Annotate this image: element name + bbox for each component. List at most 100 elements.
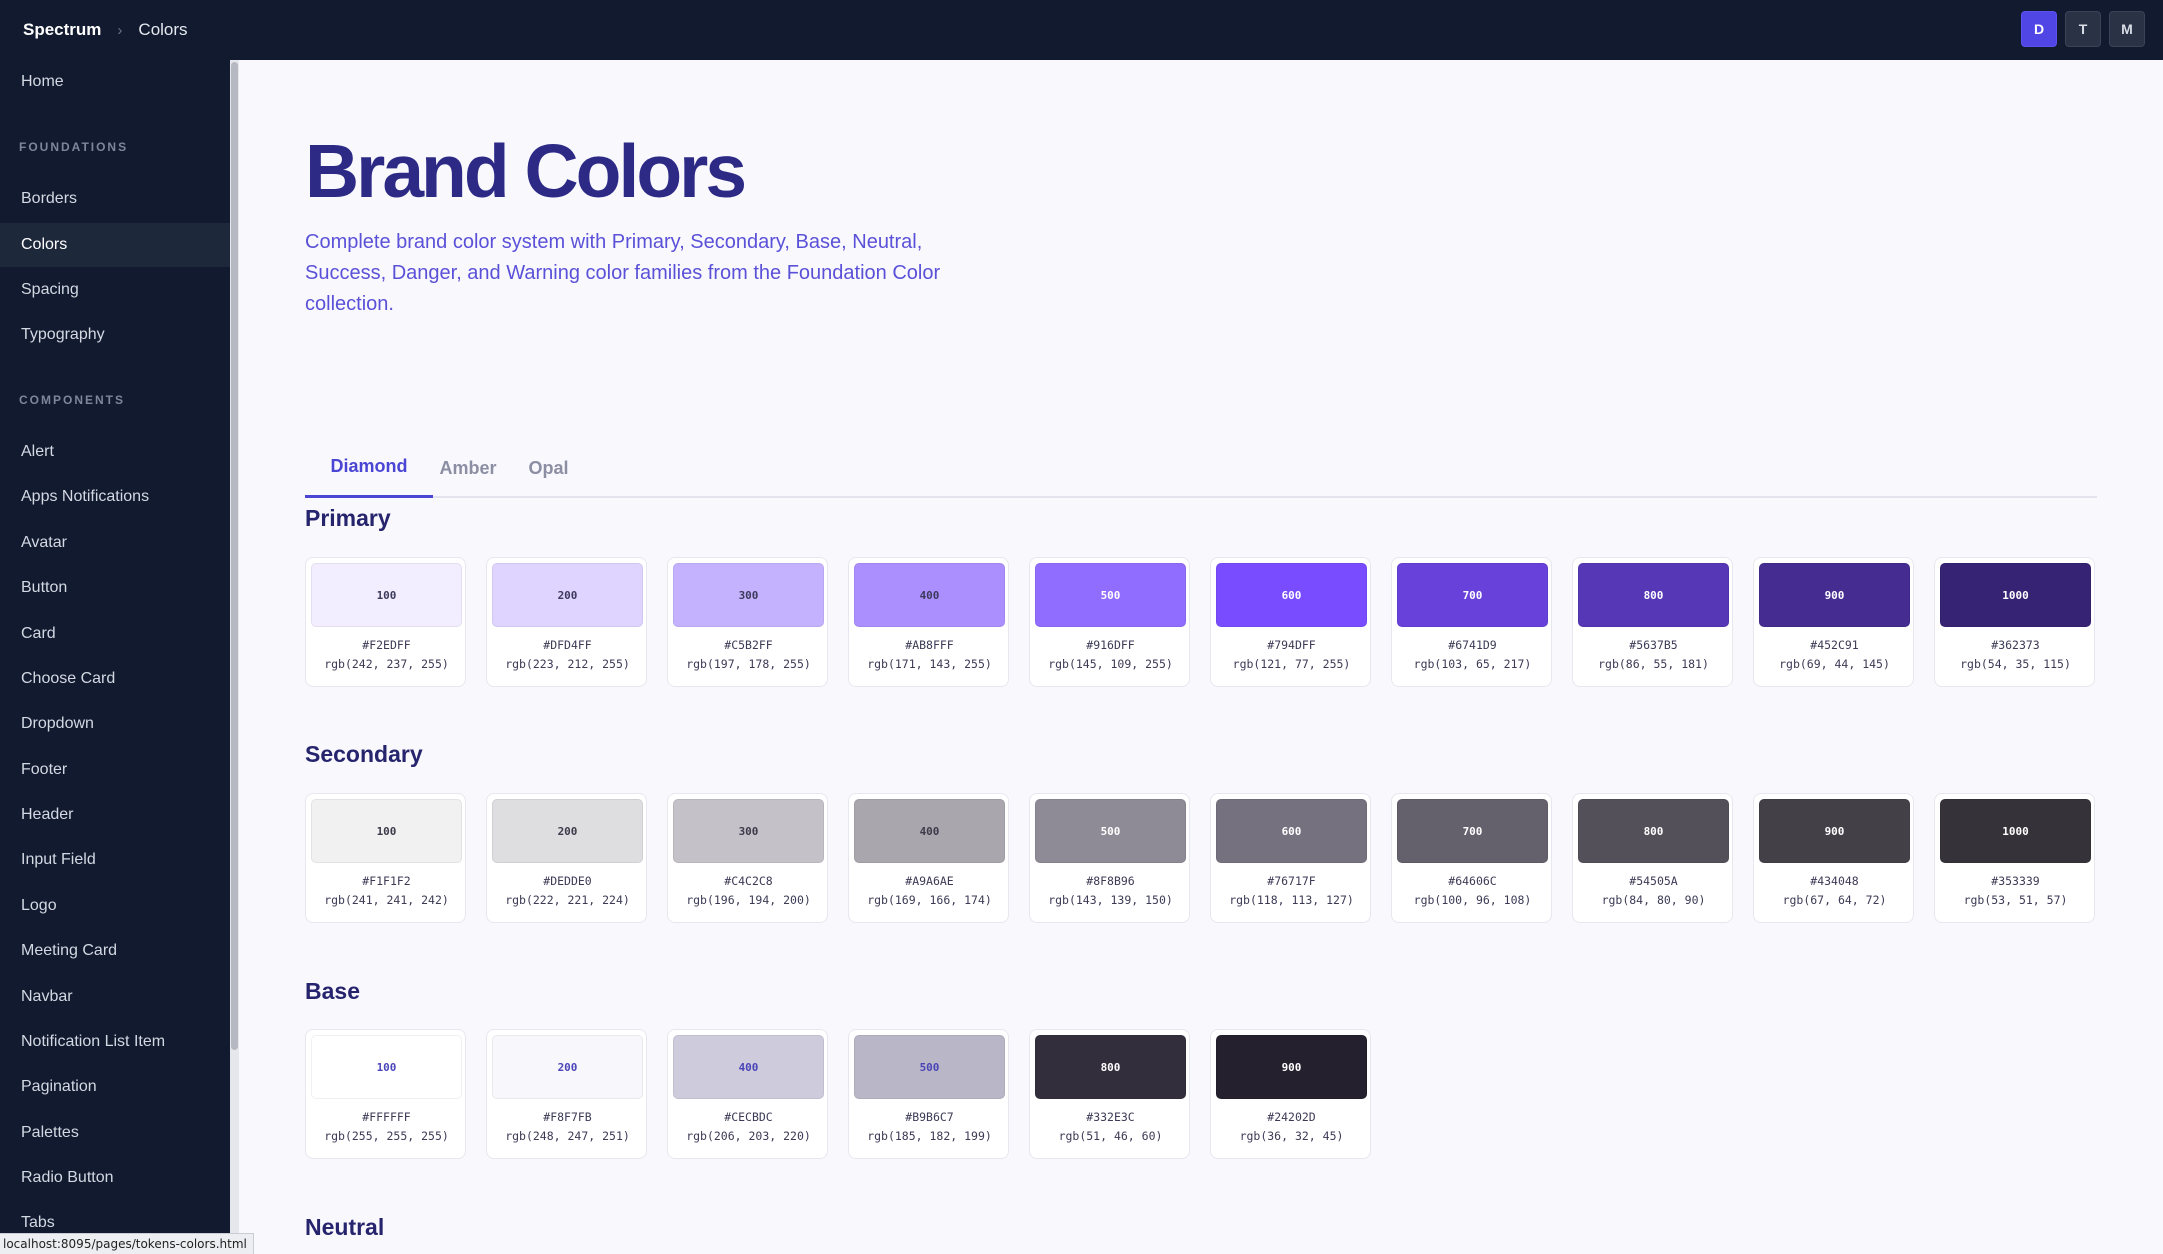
color-swatch-card[interactable]: 200 #DEDDE0 rgb(222, 221, 224) — [486, 793, 647, 923]
sidebar-item-alert[interactable]: Alert — [0, 430, 230, 474]
sidebar-item-label: Logo — [21, 897, 57, 914]
color-swatch-chip[interactable]: 300 — [673, 563, 824, 627]
color-swatch-card[interactable]: 100 #FFFFFF rgb(255, 255, 255) — [305, 1029, 466, 1159]
sidebar: Home FOUNDATIONS Borders Colors Spacing … — [0, 60, 230, 1254]
color-swatch-card[interactable]: 800 #332E3C rgb(51, 46, 60) — [1029, 1029, 1190, 1159]
color-swatch-chip[interactable]: 500 — [1035, 799, 1186, 863]
color-rgb-value: rgb(196, 194, 200) — [686, 893, 811, 907]
color-swatch-card[interactable]: 300 #C5B2FF rgb(197, 178, 255) — [667, 557, 828, 687]
sidebar-item-avatar[interactable]: Avatar — [0, 521, 230, 565]
color-swatch-chip[interactable]: 800 — [1578, 799, 1729, 863]
color-rgb-value: rgb(171, 143, 255) — [867, 657, 992, 671]
tab-amber[interactable]: Amber — [433, 438, 503, 498]
sidebar-item-button[interactable]: Button — [0, 566, 230, 610]
color-swatch-card[interactable]: 600 #794DFF rgb(121, 77, 255) — [1210, 557, 1371, 687]
color-swatch-chip[interactable]: 600 — [1216, 799, 1367, 863]
color-swatch-chip[interactable]: 700 — [1397, 799, 1548, 863]
sidebar-item-navbar[interactable]: Navbar — [0, 975, 230, 1019]
color-swatch-chip[interactable]: 600 — [1216, 563, 1367, 627]
color-hex-value: #FFFFFF — [362, 1110, 411, 1124]
color-swatch-chip[interactable]: 900 — [1759, 563, 1910, 627]
color-swatch-chip[interactable]: 1000 — [1940, 563, 2091, 627]
sidebar-item-palettes[interactable]: Palettes — [0, 1111, 230, 1155]
sidebar-item-choose-card[interactable]: Choose Card — [0, 657, 230, 701]
color-swatch-card[interactable]: 700 #6741D9 rgb(103, 65, 217) — [1391, 557, 1552, 687]
color-swatch-card[interactable]: 600 #76717F rgb(118, 113, 127) — [1210, 793, 1371, 923]
sidebar-item-label: Home — [21, 73, 64, 90]
color-swatch-chip[interactable]: 200 — [492, 799, 643, 863]
theme-button-t[interactable]: T — [2065, 11, 2101, 47]
sidebar-item-header[interactable]: Header — [0, 793, 230, 837]
color-rgb-value: rgb(241, 241, 242) — [324, 893, 449, 907]
sidebar-item-spacing[interactable]: Spacing — [0, 268, 230, 312]
color-swatch-card[interactable]: 400 #AB8FFF rgb(171, 143, 255) — [848, 557, 1009, 687]
color-swatch-card[interactable]: 500 #B9B6C7 rgb(185, 182, 199) — [848, 1029, 1009, 1159]
color-swatch-chip[interactable]: 900 — [1759, 799, 1910, 863]
color-swatch-card[interactable]: 900 #24202D rgb(36, 32, 45) — [1210, 1029, 1371, 1159]
tab-opal[interactable]: Opal — [503, 438, 594, 498]
color-hex-value: #916DFF — [1086, 638, 1135, 652]
color-swatch-chip[interactable]: 100 — [311, 799, 462, 863]
color-swatch-chip[interactable]: 200 — [492, 563, 643, 627]
color-swatch-card[interactable]: 500 #916DFF rgb(145, 109, 255) — [1029, 557, 1190, 687]
color-hex-value: #5637B5 — [1629, 638, 1678, 652]
theme-button-dark[interactable]: D — [2021, 11, 2057, 47]
sidebar-item-card[interactable]: Card — [0, 612, 230, 656]
color-hex-value: #AB8FFF — [905, 638, 954, 652]
sidebar-item-borders[interactable]: Borders — [0, 177, 230, 221]
sidebar-item-footer[interactable]: Footer — [0, 748, 230, 792]
color-swatch-chip[interactable]: 500 — [854, 1035, 1005, 1099]
color-swatch-card[interactable]: 900 #434048 rgb(67, 64, 72) — [1753, 793, 1914, 923]
sidebar-item-colors[interactable]: Colors — [0, 223, 230, 267]
color-swatch-card[interactable]: 800 #54505A rgb(84, 80, 90) — [1572, 793, 1733, 923]
color-swatch-chip[interactable]: 900 — [1216, 1035, 1367, 1099]
color-swatch-card[interactable]: 900 #452C91 rgb(69, 44, 145) — [1753, 557, 1914, 687]
color-hex-value: #DEDDE0 — [543, 874, 592, 888]
color-swatch-card[interactable]: 1000 #362373 rgb(54, 35, 115) — [1934, 557, 2095, 687]
color-swatch-chip[interactable]: 200 — [492, 1035, 643, 1099]
sidebar-item-logo[interactable]: Logo — [0, 884, 230, 928]
color-swatch-chip[interactable]: 400 — [854, 563, 1005, 627]
color-swatch-card[interactable]: 700 #64606C rgb(100, 96, 108) — [1391, 793, 1552, 923]
color-rgb-value: rgb(206, 203, 220) — [686, 1129, 811, 1143]
color-swatch-card[interactable]: 400 #CECBDC rgb(206, 203, 220) — [667, 1029, 828, 1159]
color-swatch-chip[interactable]: 300 — [673, 799, 824, 863]
section-title-neutral: Neutral — [305, 1214, 385, 1240]
color-swatch-card[interactable]: 200 #DFD4FF rgb(223, 212, 255) — [486, 557, 647, 687]
color-swatch-chip[interactable]: 700 — [1397, 563, 1548, 627]
sidebar-item-meeting-card[interactable]: Meeting Card — [0, 929, 230, 973]
sidebar-item-label: Colors — [21, 236, 68, 253]
color-hex-value: #452C91 — [1810, 638, 1859, 652]
sidebar-item-typography[interactable]: Typography — [0, 313, 230, 357]
sidebar-item-apps-notifications[interactable]: Apps Notifications — [0, 475, 230, 519]
tab-diamond[interactable]: Diamond — [305, 438, 433, 498]
sidebar-item-notification-list-item[interactable]: Notification List Item — [0, 1020, 230, 1064]
color-swatch-chip[interactable]: 800 — [1035, 1035, 1186, 1099]
color-rgb-value: rgb(86, 55, 181) — [1598, 657, 1709, 671]
color-swatch-card[interactable]: 200 #F8F7FB rgb(248, 247, 251) — [486, 1029, 647, 1159]
color-swatch-chip[interactable]: 100 — [311, 1035, 462, 1099]
color-swatch-card[interactable]: 1000 #353339 rgb(53, 51, 57) — [1934, 793, 2095, 923]
color-swatch-chip[interactable]: 500 — [1035, 563, 1186, 627]
color-swatch-card[interactable]: 100 #F2EDFF rgb(242, 237, 255) — [305, 557, 466, 687]
sidebar-scrollbar-thumb[interactable] — [231, 62, 238, 1050]
breadcrumb-brand-link[interactable]: Spectrum — [23, 20, 101, 40]
color-swatch-card[interactable]: 500 #8F8B96 rgb(143, 139, 150) — [1029, 793, 1190, 923]
color-swatch-card[interactable]: 300 #C4C2C8 rgb(196, 194, 200) — [667, 793, 828, 923]
sidebar-item-radio-button[interactable]: Radio Button — [0, 1156, 230, 1200]
color-swatch-chip[interactable]: 400 — [673, 1035, 824, 1099]
color-swatch-chip[interactable]: 800 — [1578, 563, 1729, 627]
color-hex-value: #332E3C — [1086, 1110, 1135, 1124]
sidebar-item-dropdown[interactable]: Dropdown — [0, 702, 230, 746]
color-swatch-card[interactable]: 400 #A9A6AE rgb(169, 166, 174) — [848, 793, 1009, 923]
color-swatch-card[interactable]: 800 #5637B5 rgb(86, 55, 181) — [1572, 557, 1733, 687]
color-swatch-chip[interactable]: 400 — [854, 799, 1005, 863]
color-swatch-card[interactable]: 100 #F1F1F2 rgb(241, 241, 242) — [305, 793, 466, 923]
color-swatch-chip[interactable]: 100 — [311, 563, 462, 627]
sidebar-item-home[interactable]: Home — [0, 60, 230, 104]
sidebar-item-pagination[interactable]: Pagination — [0, 1065, 230, 1109]
theme-button-m[interactable]: M — [2109, 11, 2145, 47]
color-swatch-chip[interactable]: 1000 — [1940, 799, 2091, 863]
color-hex-value: #CECBDC — [724, 1110, 773, 1124]
sidebar-item-input-field[interactable]: Input Field — [0, 838, 230, 882]
